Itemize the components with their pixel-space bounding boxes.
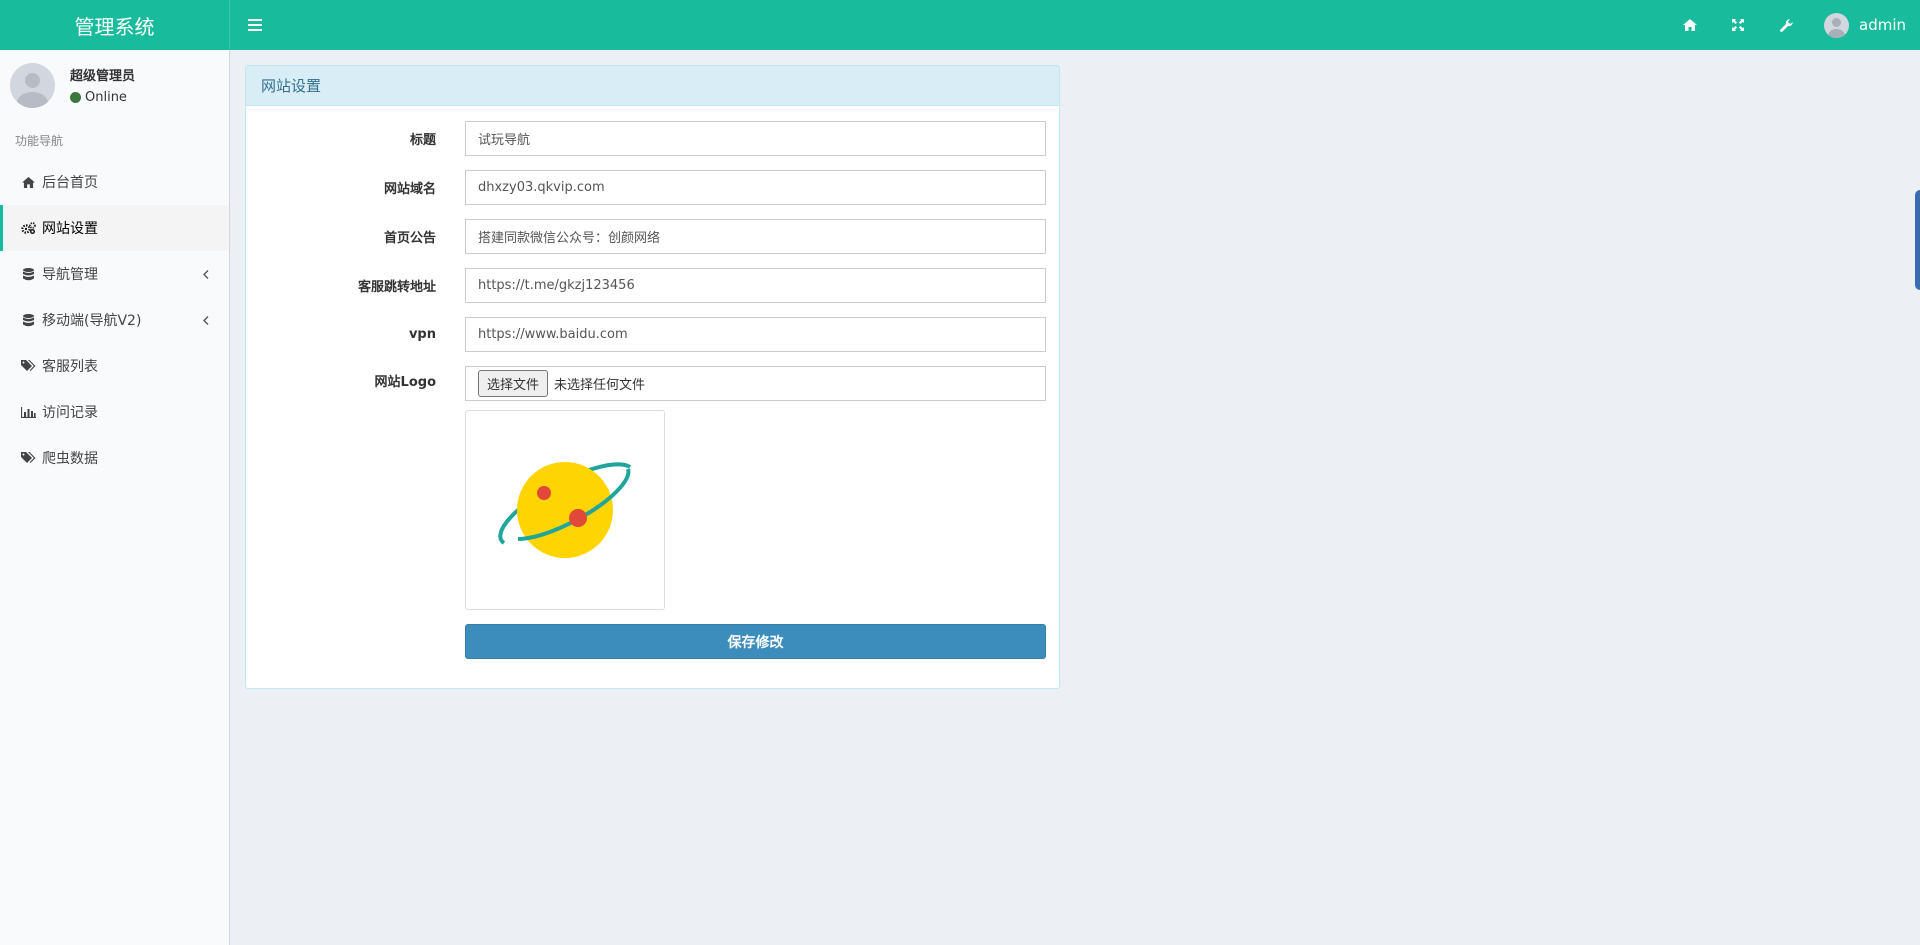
planet-logo <box>498 462 632 558</box>
field-label: 网站域名 <box>383 181 436 197</box>
database-icon <box>20 313 36 327</box>
sidebar-item-label: 爬虫数据 <box>42 451 98 467</box>
online-dot-icon <box>70 92 81 103</box>
sidebar-item-label: 访问记录 <box>42 405 98 421</box>
field-label: 网站Logo <box>374 375 436 390</box>
sidebar-item-visit-log[interactable]: 访问记录 <box>0 389 229 435</box>
sidebar-item-site-settings[interactable]: 网站设置 <box>0 205 229 251</box>
avatar <box>1824 12 1849 38</box>
field-label: 首页公告 <box>383 230 436 246</box>
notice-input[interactable] <box>465 218 1046 254</box>
user-panel: 超级管理员 Online <box>0 50 229 120</box>
form-row-vpn: vpn <box>246 316 1061 352</box>
settings-button[interactable] <box>1762 0 1810 50</box>
sidebar-item-label: 网站设置 <box>42 221 98 237</box>
form-row-logo: 网站Logo 选择文件 未选择任何文件 <box>246 365 1061 401</box>
save-button[interactable]: 保存修改 <box>465 624 1046 659</box>
choose-file-button[interactable]: 选择文件 <box>478 369 549 397</box>
status-text: Online <box>85 90 127 105</box>
sidebar-item-label: 客服列表 <box>42 359 98 375</box>
home-icon <box>20 176 36 188</box>
chevron-left-icon <box>203 313 209 329</box>
bars-icon <box>248 19 262 31</box>
sidebar-item-customer-service[interactable]: 客服列表 <box>0 343 229 389</box>
user-menu[interactable]: admin <box>1810 12 1906 38</box>
sidebar-item-label: 移动端(导航V2) <box>42 313 142 329</box>
form-row-domain: 网站域名 <box>246 169 1061 205</box>
user-name: 超级管理员 <box>70 69 136 84</box>
user-info: 超级管理员 Online <box>70 65 135 105</box>
service-url-input[interactable] <box>465 267 1046 303</box>
field-label: 客服跳转地址 <box>357 279 436 295</box>
tags-icon <box>20 360 36 372</box>
file-status: 未选择任何文件 <box>554 377 646 393</box>
sidebar: 超级管理员 Online 功能导航 后台首页 网站设置 导航管理 移动端(导航V… <box>0 50 230 945</box>
panel-title: 网站设置 <box>246 66 1059 106</box>
fullscreen-button[interactable] <box>1714 0 1762 50</box>
home-button[interactable] <box>1666 0 1714 50</box>
sidebar-item-label: 后台首页 <box>42 175 98 191</box>
cogs-icon <box>20 222 36 234</box>
expand-icon <box>1732 19 1744 31</box>
side-float-tab[interactable] <box>1915 190 1920 290</box>
form-row-service-url: 客服跳转地址 <box>246 267 1061 303</box>
logo-preview <box>465 410 665 610</box>
settings-panel: 网站设置 标题 网站域名 首页公告 客服跳转地址 vpn 网站Logo 选择文件… <box>245 65 1060 689</box>
field-label: vpn <box>408 326 436 342</box>
wrench-icon <box>1779 18 1793 32</box>
title-input[interactable] <box>465 120 1046 156</box>
app-logo[interactable]: 管理系统 <box>0 0 230 50</box>
username: admin <box>1859 16 1906 34</box>
chevron-left-icon <box>203 267 209 283</box>
nav-header: 功能导航 <box>15 134 64 148</box>
sidebar-item-nav-management[interactable]: 导航管理 <box>0 251 229 297</box>
form-row-notice: 首页公告 <box>246 218 1061 254</box>
field-label: 标题 <box>409 132 436 148</box>
user-status: Online <box>70 90 135 105</box>
header-actions: admin <box>1666 0 1920 50</box>
sidebar-item-dashboard[interactable]: 后台首页 <box>0 159 229 205</box>
domain-input[interactable] <box>465 169 1046 205</box>
sidebar-toggle-button[interactable] <box>230 0 280 50</box>
database-icon <box>20 267 36 281</box>
home-icon <box>1683 19 1697 31</box>
user-avatar <box>10 62 55 108</box>
sidebar-item-label: 导航管理 <box>42 267 98 283</box>
sidebar-item-crawler-data[interactable]: 爬虫数据 <box>0 435 229 481</box>
logo-file-input: 选择文件 未选择任何文件 <box>465 365 1046 401</box>
sidebar-item-mobile-nav[interactable]: 移动端(导航V2) <box>0 297 229 343</box>
form-row-title: 标题 <box>246 120 1061 156</box>
tags-icon <box>20 452 36 464</box>
vpn-input[interactable] <box>465 316 1046 352</box>
top-header: 管理系统 admin <box>0 0 1920 50</box>
bar-chart-icon <box>20 406 36 418</box>
